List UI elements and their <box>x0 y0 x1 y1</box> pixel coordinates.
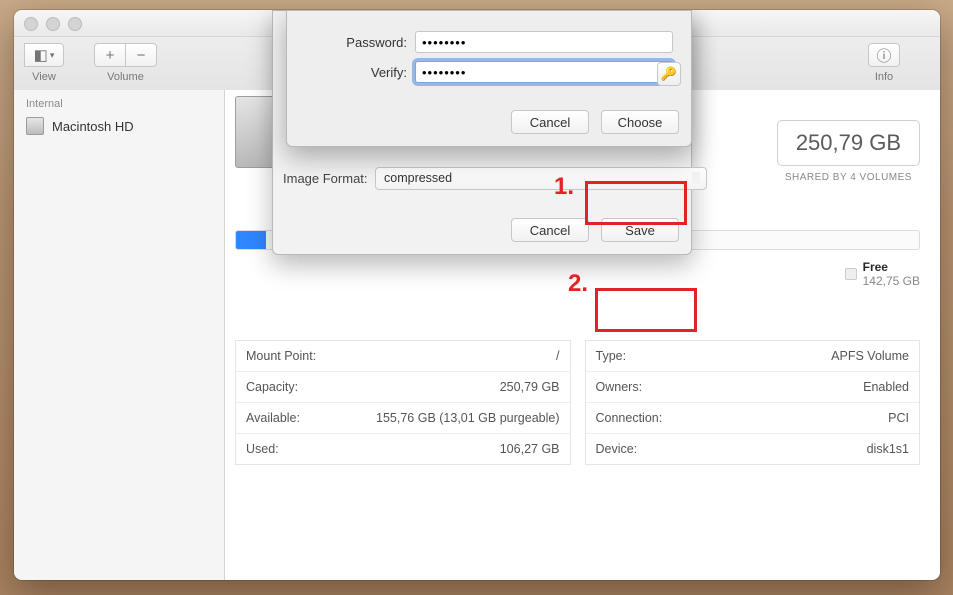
detail-key: Available: <box>246 411 300 425</box>
toolbar-info-label: Info <box>875 71 893 83</box>
detail-key: Owners: <box>596 380 643 394</box>
info-icon: ⓘ <box>876 45 891 66</box>
toolbar-volume-group: + − Volume <box>94 43 157 83</box>
key-icon: 🔑 <box>661 66 677 82</box>
volume-remove-button[interactable]: − <box>125 43 157 67</box>
disk-shared-label: SHARED BY 4 VOLUMES <box>777 172 920 183</box>
sidebar-item-label: Macintosh HD <box>52 119 134 134</box>
detail-value: 250,79 GB <box>500 380 560 394</box>
detail-key: Device: <box>596 442 638 456</box>
detail-value: 155,76 GB (13,01 GB purgeable) <box>376 411 559 425</box>
detail-value: Enabled <box>863 380 909 394</box>
detail-key: Used: <box>246 442 279 456</box>
disk-size-box: 250,79 GB SHARED BY 4 VOLUMES <box>777 120 920 183</box>
sidebar-icon: ◧ <box>34 46 48 64</box>
save-cancel-button[interactable]: Cancel <box>511 218 589 242</box>
detail-key: Connection: <box>596 411 663 425</box>
choose-button[interactable]: Choose <box>601 110 679 134</box>
detail-value: disk1s1 <box>867 442 909 456</box>
detail-value: / <box>556 349 559 363</box>
verify-label: Verify: <box>287 65 415 80</box>
free-swatch-icon <box>845 268 857 280</box>
minus-icon: − <box>137 47 146 64</box>
detail-value: 106,27 GB <box>500 442 560 456</box>
chevron-down-icon: ▾ <box>50 50 55 61</box>
volume-add-button[interactable]: + <box>94 43 126 67</box>
toolbar-view-label: View <box>32 71 56 83</box>
plus-icon: + <box>106 47 115 64</box>
save-button[interactable]: Save <box>601 218 679 242</box>
sidebar-section-internal: Internal <box>14 90 224 114</box>
detail-key: Capacity: <box>246 380 298 394</box>
disk-size-value: 250,79 GB <box>777 120 920 166</box>
details-table: Mount Point: / Capacity: 250,79 GB Availab… <box>235 340 920 465</box>
toolbar-volume-label: Volume <box>107 71 144 83</box>
info-button[interactable]: ⓘ <box>868 43 900 67</box>
usage-free-label: Free <box>863 260 920 274</box>
updown-icon: ▴▾ <box>694 173 699 185</box>
app-window: Disk Utility ◧ ▾ View + − Volume ✚First … <box>14 10 940 580</box>
view-button[interactable]: ◧ ▾ <box>24 43 64 67</box>
usage-free-value: 142,75 GB <box>863 274 920 288</box>
image-format-value: compressed <box>384 171 452 185</box>
sidebar-item-macintosh-hd[interactable]: Macintosh HD <box>14 114 224 138</box>
sidebar: Internal Macintosh HD <box>14 90 225 580</box>
password-sheet: Password: Verify: 🔑 Cancel Choose <box>286 10 692 147</box>
password-input[interactable] <box>415 31 673 53</box>
verify-input[interactable] <box>415 61 673 83</box>
password-assistant-button[interactable]: 🔑 <box>657 62 681 86</box>
usage-free: Free 142,75 GB <box>845 260 920 288</box>
password-label: Password: <box>287 35 415 50</box>
password-cancel-button[interactable]: Cancel <box>511 110 589 134</box>
detail-value: APFS Volume <box>831 349 909 363</box>
detail-key: Type: <box>596 349 627 363</box>
toolbar-info-group: ⓘ Info <box>868 43 900 83</box>
detail-value: PCI <box>888 411 909 425</box>
image-format-label: Image Format: <box>283 171 368 186</box>
harddrive-icon <box>26 117 44 135</box>
detail-key: Mount Point: <box>246 349 316 363</box>
toolbar-view-group: ◧ ▾ View <box>24 43 64 83</box>
image-format-select[interactable]: compressed ▴▾ <box>375 167 707 190</box>
